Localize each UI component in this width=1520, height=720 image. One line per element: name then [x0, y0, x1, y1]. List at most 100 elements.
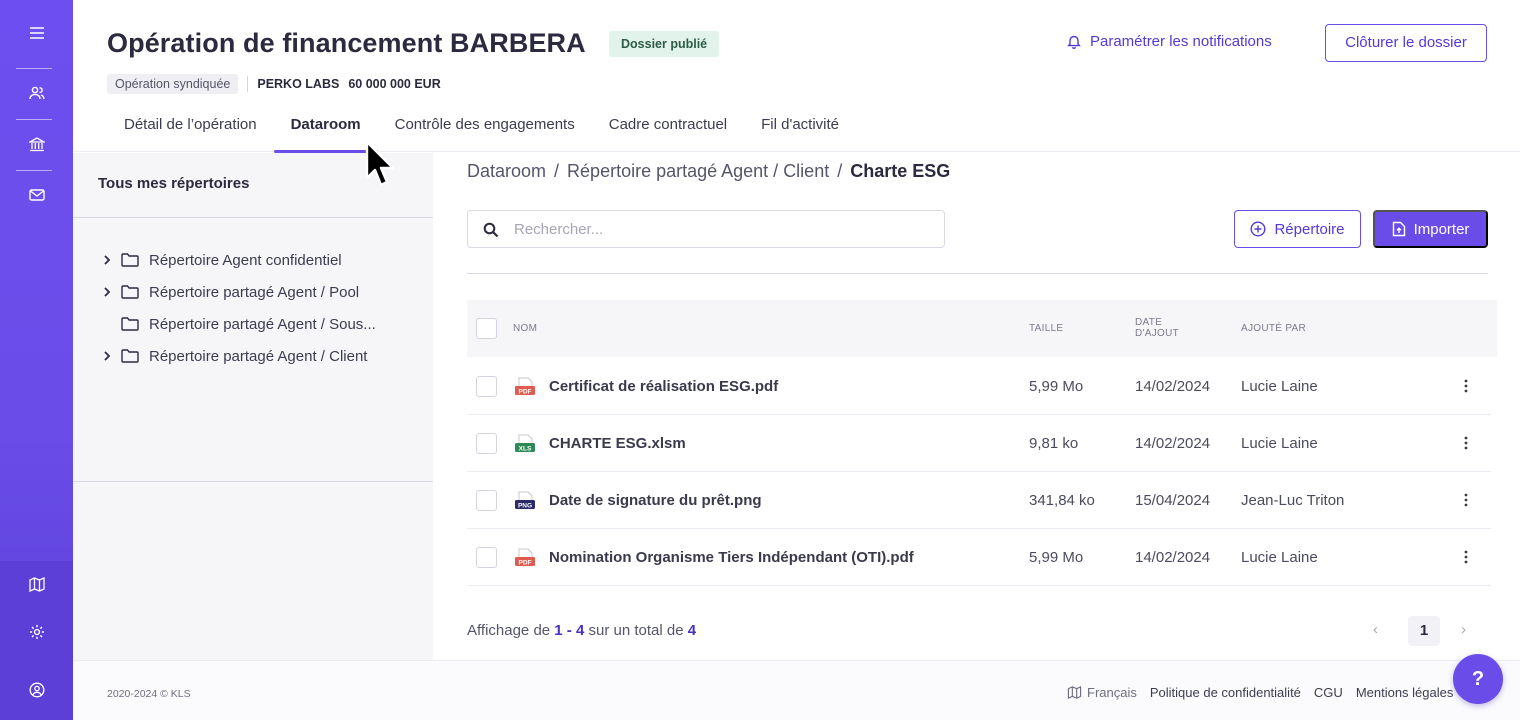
legal-link[interactable]: Mentions légales [1356, 685, 1454, 700]
file-name[interactable]: Date de signature du prêt.png [549, 492, 762, 509]
rail-divider [16, 68, 52, 69]
import-button[interactable]: Importer [1373, 210, 1488, 248]
file-added-by: Lucie Laine [1241, 435, 1318, 452]
close-dossier-button[interactable]: Clôturer le dossier [1325, 24, 1487, 62]
status-badge: Dossier publié [609, 31, 720, 57]
menu-icon[interactable] [0, 18, 73, 48]
breadcrumb-separator: / [837, 161, 843, 181]
tab-dataroom[interactable]: Dataroom [273, 106, 378, 153]
folder-item[interactable]: Répertoire partagé Agent / Client [103, 340, 376, 372]
pagination-total: 4 [687, 622, 697, 639]
users-icon[interactable] [0, 78, 73, 108]
table-row[interactable]: XLS CHARTE ESG.xlsm 9,81 ko 14/02/2024 L… [467, 415, 1491, 472]
row-checkbox[interactable] [476, 547, 497, 568]
meta-divider [247, 76, 249, 92]
pagination-prefix: Affichage de [467, 622, 551, 639]
content-divider [467, 273, 1488, 274]
folder-icon [121, 253, 149, 267]
pagination-range: 1 - 4 [554, 622, 585, 639]
operation-type-tag: Opération syndiquée [107, 74, 239, 94]
chevron-right-icon[interactable] [103, 287, 121, 297]
page-title: Opération de financement BARBERA [107, 28, 586, 58]
user-circle-icon[interactable] [0, 675, 73, 705]
png-file-icon: PNG [514, 491, 536, 511]
bank-icon[interactable] [0, 129, 73, 159]
row-checkbox[interactable] [476, 490, 497, 511]
file-size: 5,99 Mo [1029, 549, 1084, 566]
help-button[interactable]: ? [1453, 654, 1503, 704]
more-options-icon[interactable] [1459, 548, 1473, 566]
folder-label: Répertoire Agent confidentiel [149, 251, 342, 269]
search-icon [483, 222, 499, 238]
search-input[interactable] [514, 211, 934, 247]
table-row[interactable]: PDF Nomination Organisme Tiers Indépenda… [467, 529, 1491, 586]
app-root: Opération de financement BARBERA Dossier… [0, 0, 1520, 720]
column-header-added-by[interactable]: AJOUTÉ PAR [1241, 323, 1306, 334]
panel-divider [73, 217, 433, 218]
notifications-settings-link[interactable]: Paramétrer les notifications [1067, 33, 1272, 50]
pagination-info: Affichage de 1 - 4 sur un total de 4 [467, 622, 696, 639]
search-box [467, 210, 945, 248]
tab-contractual-framework[interactable]: Cadre contractuel [592, 106, 744, 152]
side-rail [0, 0, 73, 720]
xls-file-type: XLS [519, 445, 532, 452]
pagination-page-1[interactable]: 1 [1408, 616, 1440, 646]
breadcrumb: Dataroom / Répertoire partagé Agent / Clie… [467, 161, 950, 182]
file-date: 15/04/2024 [1135, 492, 1211, 509]
operation-amount: 60 000 000 EUR [348, 77, 441, 91]
file-size: 5,99 Mo [1029, 378, 1084, 395]
file-name[interactable]: CHARTE ESG.xlsm [549, 435, 686, 452]
bell-icon [1067, 35, 1081, 49]
select-all-checkbox[interactable] [476, 318, 497, 339]
folder-item[interactable]: Répertoire Agent confidentiel [103, 244, 376, 276]
company-name: PERKO LABS [257, 77, 340, 91]
pagination-next-button[interactable]: › [1461, 621, 1466, 638]
file-added-by: Lucie Laine [1241, 549, 1318, 566]
tab-commitments-control[interactable]: Contrôle des engagements [378, 106, 592, 152]
row-checkbox[interactable] [476, 376, 497, 397]
breadcrumb-parent[interactable]: Répertoire partagé Agent / Client [567, 161, 829, 181]
import-label: Importer [1413, 220, 1470, 238]
row-checkbox[interactable] [476, 433, 497, 454]
panel-divider [73, 481, 433, 482]
folder-item[interactable]: Répertoire partagé Agent / Sous... [103, 308, 376, 340]
more-options-icon[interactable] [1459, 434, 1473, 452]
terms-link[interactable]: CGU [1314, 685, 1343, 700]
pagination-middle: sur un total de [588, 622, 684, 639]
gear-icon[interactable] [0, 617, 73, 647]
tab-operation-detail[interactable]: Détail de l’opération [107, 106, 274, 152]
table-row[interactable]: PDF Certificat de réalisation ESG.pdf 5,… [467, 358, 1491, 415]
folder-icon [121, 349, 149, 363]
language-selector[interactable]: Français [1067, 685, 1137, 700]
folder-tree-panel: Tous mes répertoires Répertoire Agent co… [73, 153, 433, 660]
folder-tree: Répertoire Agent confidentiel Répertoire… [103, 244, 376, 372]
mail-icon[interactable] [0, 180, 73, 210]
column-header-date[interactable]: DATE D'AJOUT [1135, 317, 1179, 339]
more-options-icon[interactable] [1459, 491, 1473, 509]
folder-label: Répertoire partagé Agent / Pool [149, 283, 360, 301]
new-folder-label: Répertoire [1274, 220, 1345, 238]
pdf-file-icon: PDF [514, 377, 536, 397]
png-file-type: PNG [518, 502, 532, 509]
pdf-file-icon: PDF [514, 548, 536, 568]
xls-file-icon: XLS [514, 434, 536, 454]
more-options-icon[interactable] [1459, 377, 1473, 395]
privacy-link[interactable]: Politique de confidentialité [1150, 685, 1301, 700]
tab-bar: Détail de l’opération Dataroom Contrôle … [107, 106, 856, 153]
folder-label: Répertoire partagé Agent / Sous... [149, 315, 376, 333]
new-folder-button[interactable]: Répertoire [1234, 210, 1361, 248]
folder-item[interactable]: Répertoire partagé Agent / Pool [103, 276, 376, 308]
tab-activity-feed[interactable]: Fil d'activité [744, 106, 856, 152]
file-name[interactable]: Certificat de réalisation ESG.pdf [549, 378, 778, 395]
file-name[interactable]: Nomination Organisme Tiers Indépendant (… [549, 549, 914, 566]
file-added-by: Jean-Luc Triton [1241, 492, 1345, 509]
notifications-label: Paramétrer les notifications [1090, 33, 1272, 50]
column-header-name[interactable]: NOM [513, 323, 537, 334]
pagination-prev-button[interactable]: ‹ [1373, 621, 1378, 638]
breadcrumb-root[interactable]: Dataroom [467, 161, 546, 181]
column-header-size[interactable]: TAILLE [1029, 323, 1063, 334]
map-icon[interactable] [0, 569, 73, 599]
chevron-right-icon[interactable] [103, 255, 121, 265]
table-row[interactable]: PNG Date de signature du prêt.png 341,84… [467, 472, 1491, 529]
chevron-right-icon[interactable] [103, 351, 121, 361]
